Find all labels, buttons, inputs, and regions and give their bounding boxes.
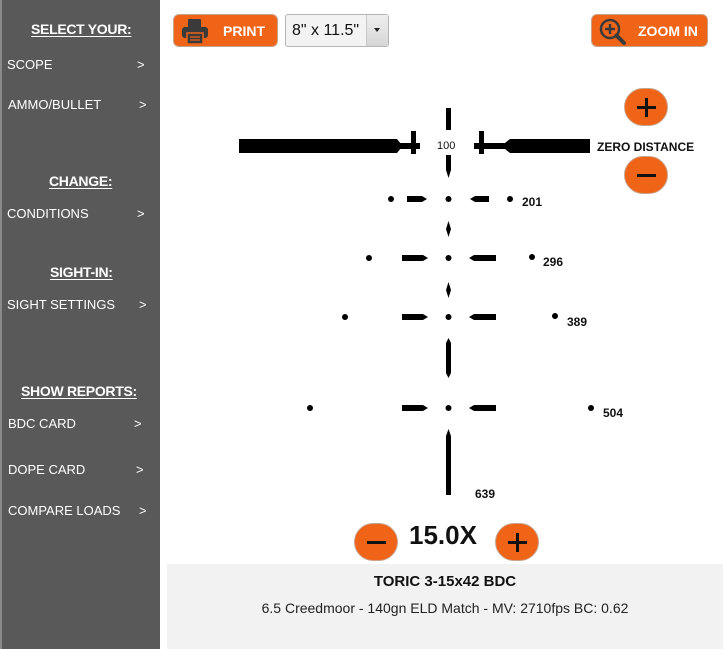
scope-info-panel: TORIC 3-15x42 BDC 6.5 Creedmoor - 140gn … <box>167 564 723 649</box>
reticle-right-thick-bar <box>505 139 590 153</box>
reticle-left-thin-bar <box>400 143 420 149</box>
holdover-bar-left <box>402 314 428 320</box>
holdover-dot <box>529 254 535 260</box>
holdover-center-dot <box>445 405 452 411</box>
reticle-center-post <box>446 155 451 178</box>
zero-distance-decrease-button[interactable] <box>624 156 668 194</box>
magnification-decrease-button[interactable] <box>354 523 398 561</box>
scope-name: TORIC 3-15x42 BDC <box>373 573 517 590</box>
zero-distance-value: 100 <box>437 140 456 152</box>
magnification-increase-button[interactable] <box>495 523 539 561</box>
holdover-bar-right <box>469 405 496 411</box>
reticle-right-thin-bar <box>474 143 507 149</box>
reticle-right-tick <box>479 131 484 154</box>
reticle-post-segment <box>446 338 451 378</box>
reticle-left-thick-bar <box>239 139 401 153</box>
holdover-bar-left <box>407 196 427 202</box>
reticle-bottom-post <box>446 429 451 495</box>
holdover-bar-right <box>469 255 496 261</box>
holdover-dot <box>366 255 372 261</box>
reticle-post-segment <box>446 221 451 237</box>
holdover-label-201: 201 <box>522 195 543 209</box>
reticle-post-segment <box>446 282 451 298</box>
zero-distance-label: ZERO DISTANCE <box>597 140 695 154</box>
holdover-center-dot <box>445 196 452 202</box>
holdover-dot <box>552 313 558 319</box>
holdover-bar-left <box>402 255 428 261</box>
holdover-bar-left <box>402 405 428 411</box>
minus-icon <box>637 174 656 177</box>
load-details: 6.5 Creedmoor - 140gn ELD Match - MV: 27… <box>261 600 629 616</box>
holdover-dot <box>307 405 313 411</box>
holdover-label-389: 389 <box>567 315 588 329</box>
holdover-bar-right <box>469 314 496 320</box>
reticle-left-tick <box>411 131 416 154</box>
holdover-center-dot <box>445 255 452 261</box>
holdover-dot <box>342 314 348 320</box>
minus-icon <box>367 541 386 544</box>
holdover-center-dot <box>445 314 452 320</box>
holdover-label-504: 504 <box>603 406 624 420</box>
magnification-value: 15.0X <box>409 520 477 550</box>
holdover-dot <box>507 196 513 202</box>
zero-distance-increase-button[interactable] <box>624 88 668 126</box>
holdover-dot <box>588 405 594 411</box>
holdover-label-296: 296 <box>543 255 564 269</box>
holdover-dot <box>388 196 394 202</box>
plus-icon-vertical <box>516 533 519 552</box>
plus-icon-vertical <box>645 98 648 117</box>
holdover-label-639: 639 <box>475 487 496 501</box>
reticle-top-post <box>446 108 451 130</box>
holdover-bar-right <box>470 196 489 202</box>
